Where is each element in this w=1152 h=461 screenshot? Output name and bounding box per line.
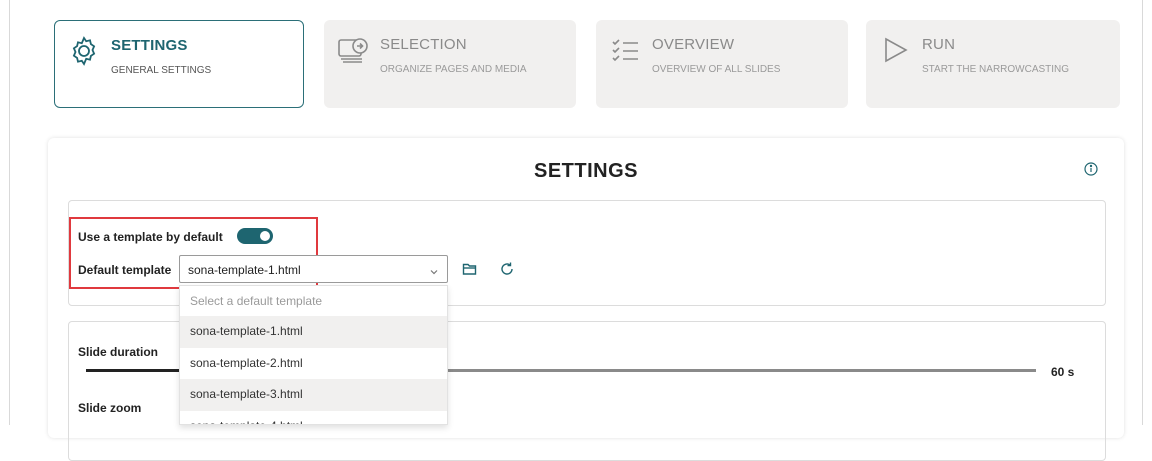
toggle-knob [260,231,270,241]
dropdown-placeholder: Select a default template [190,294,323,308]
use-template-label: Use a template by default [78,230,223,244]
use-template-toggle[interactable] [237,228,273,244]
step-selection[interactable]: SELECTION ORGANIZE PAGES AND MEDIA [324,20,576,108]
slide-duration-fill [86,369,181,372]
step-subtitle: START THE NARROWCASTING [922,64,1070,75]
step-subtitle: GENERAL SETTINGS [111,65,212,76]
step-title: OVERVIEW [652,36,735,53]
refresh-icon[interactable] [498,260,516,278]
dropdown-option[interactable]: sona-template-4.html [180,411,447,425]
step-settings[interactable]: SETTINGS GENERAL SETTINGS [54,20,304,108]
gear-icon [67,35,101,67]
template-dropdown-list: Select a default template sona-template-… [179,285,448,425]
slide-duration-label: Slide duration [78,345,159,359]
info-icon[interactable] [1084,162,1098,181]
media-selection-icon [336,34,370,66]
select-value: sona-template-1.html [188,263,301,277]
panel-title: SETTINGS [533,160,638,182]
slide-duration-value: 60 s [1051,365,1075,379]
step-run[interactable]: RUN START THE NARROWCASTING [866,20,1120,108]
play-icon [878,34,912,66]
dropdown-option[interactable]: sona-template-3.html [180,379,447,411]
step-title: RUN [922,36,956,53]
step-subtitle: ORGANIZE PAGES AND MEDIA [380,64,527,75]
dropdown-option[interactable]: sona-template-1.html [180,316,447,348]
slide-zoom-label: Slide zoom [78,401,142,415]
dropdown-option[interactable]: sona-template-2.html [180,348,447,380]
checklist-icon [608,34,642,66]
chevron-down-icon [429,264,439,282]
default-template-select[interactable]: sona-template-1.html [179,255,448,283]
step-overview[interactable]: OVERVIEW OVERVIEW OF ALL SLIDES [596,20,848,108]
folder-open-icon[interactable] [461,260,479,278]
step-title: SELECTION [380,36,467,53]
step-subtitle: OVERVIEW OF ALL SLIDES [652,64,781,75]
default-template-label: Default template [78,263,172,277]
step-title: SETTINGS [111,37,188,54]
